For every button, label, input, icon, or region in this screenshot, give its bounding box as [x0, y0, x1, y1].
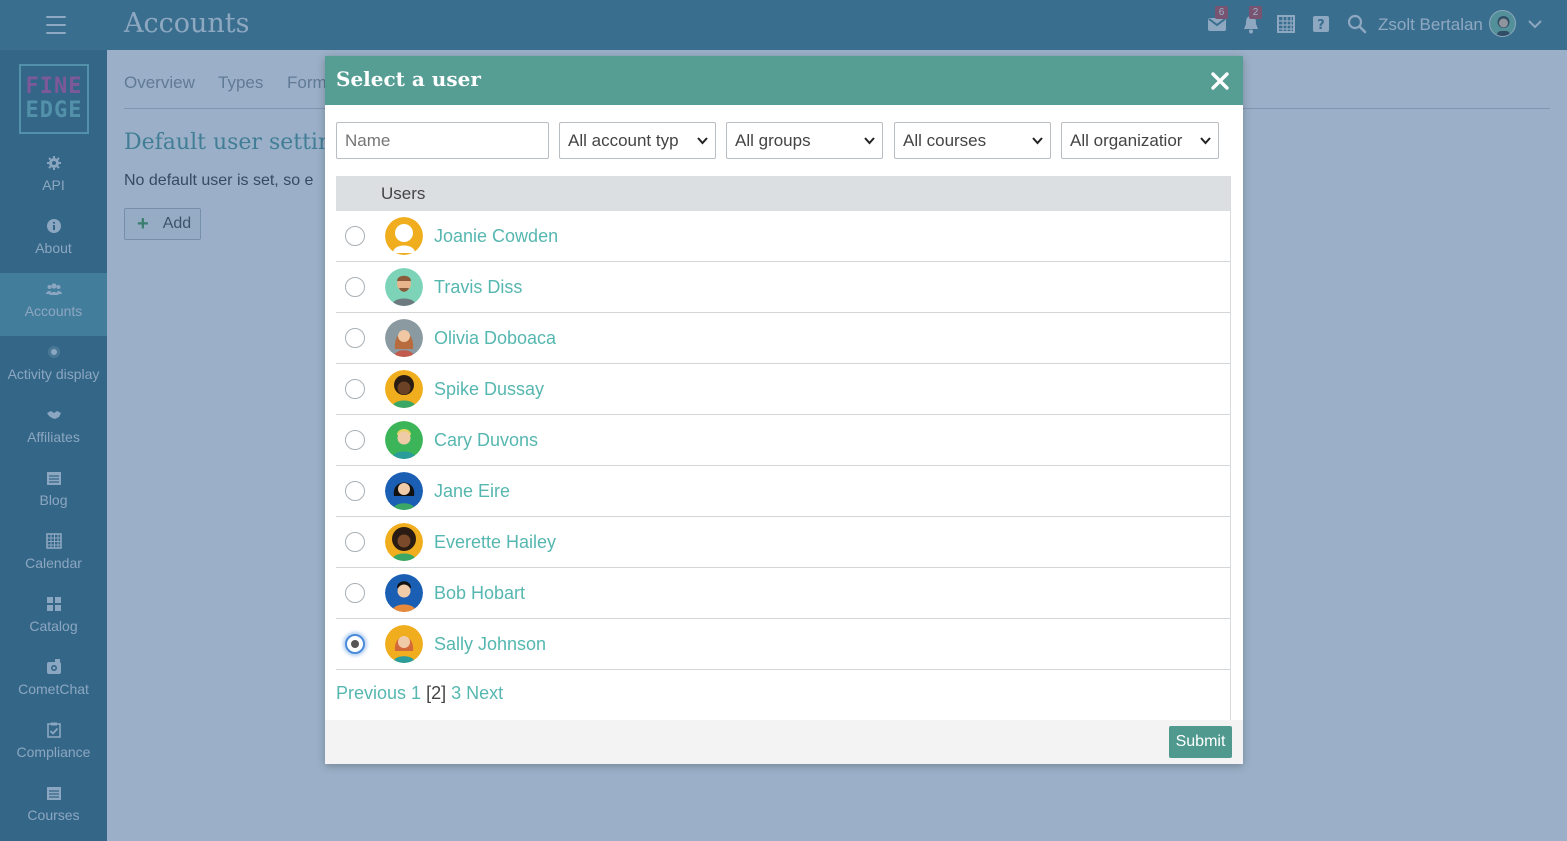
- groups-select-value: All groups: [735, 131, 811, 150]
- user-radio[interactable]: [345, 379, 365, 399]
- user-avatar: [385, 421, 423, 459]
- user-name-link[interactable]: Travis Diss: [434, 277, 522, 298]
- table-row[interactable]: Joanie Cowden: [336, 211, 1230, 262]
- user-avatar: [385, 319, 423, 357]
- dialog-title: Select a user: [336, 67, 481, 91]
- organizations-select[interactable]: All organizatior: [1061, 122, 1219, 159]
- name-search-input[interactable]: [336, 122, 549, 159]
- user-radio[interactable]: [345, 430, 365, 450]
- chevron-down-icon: [697, 137, 708, 145]
- user-name-link[interactable]: Cary Duvons: [434, 430, 538, 451]
- next-page-link[interactable]: Next: [466, 683, 503, 703]
- table-row[interactable]: Sally Johnson: [336, 619, 1230, 670]
- user-name-link[interactable]: Olivia Doboaca: [434, 328, 556, 349]
- account-type-select-value: All account typ: [568, 131, 679, 150]
- current-page: [2]: [426, 683, 447, 703]
- user-name-link[interactable]: Spike Dussay: [434, 379, 544, 400]
- table-row[interactable]: Jane Eire: [336, 466, 1230, 517]
- user-name-link[interactable]: Everette Hailey: [434, 532, 556, 553]
- table-row[interactable]: Cary Duvons: [336, 415, 1230, 466]
- user-avatar: [385, 625, 423, 663]
- submit-button[interactable]: Submit: [1169, 726, 1232, 758]
- chevron-down-icon: [864, 137, 875, 145]
- user-name-link[interactable]: Jane Eire: [434, 481, 510, 502]
- page-3-link[interactable]: 3: [451, 683, 461, 703]
- table-row[interactable]: Spike Dussay: [336, 364, 1230, 415]
- user-name-link[interactable]: Joanie Cowden: [434, 226, 558, 247]
- table-header: Users: [336, 176, 1230, 211]
- table-row[interactable]: Everette Hailey: [336, 517, 1230, 568]
- user-avatar: [385, 217, 423, 255]
- close-icon[interactable]: [1209, 70, 1231, 92]
- user-radio[interactable]: [345, 532, 365, 552]
- user-radio[interactable]: [345, 226, 365, 246]
- page-1-link[interactable]: 1: [411, 683, 421, 703]
- user-radio[interactable]: [345, 328, 365, 348]
- dialog-header: Select a user: [325, 56, 1243, 105]
- chevron-down-icon: [1032, 137, 1043, 145]
- chevron-down-icon: [1200, 137, 1211, 145]
- user-name-link[interactable]: Bob Hobart: [434, 583, 525, 604]
- organizations-select-value: All organizatior: [1070, 131, 1183, 150]
- user-avatar: [385, 574, 423, 612]
- table-row[interactable]: Olivia Doboaca: [336, 313, 1230, 364]
- pagination: Previous 1 [2] 3 Next: [336, 683, 503, 704]
- account-type-select[interactable]: All account typ: [559, 122, 716, 159]
- user-radio[interactable]: [345, 583, 365, 603]
- user-radio-selected[interactable]: [345, 634, 365, 654]
- user-avatar: [385, 370, 423, 408]
- users-column-header: Users: [381, 184, 426, 203]
- user-radio[interactable]: [345, 277, 365, 297]
- previous-page-link[interactable]: Previous: [336, 683, 406, 703]
- user-radio[interactable]: [345, 481, 365, 501]
- user-name-link[interactable]: Sally Johnson: [434, 634, 546, 655]
- users-table: Users Joanie Cowden Travis Diss Olivia D…: [336, 176, 1231, 720]
- courses-select-value: All courses: [903, 131, 987, 150]
- dialog-footer: Submit: [325, 720, 1243, 764]
- groups-select[interactable]: All groups: [726, 122, 883, 159]
- table-row[interactable]: Bob Hobart: [336, 568, 1230, 619]
- courses-select[interactable]: All courses: [894, 122, 1051, 159]
- table-row[interactable]: Travis Diss: [336, 262, 1230, 313]
- user-avatar: [385, 268, 423, 306]
- select-user-dialog: Select a user All account typ All groups…: [325, 56, 1243, 764]
- user-avatar: [385, 523, 423, 561]
- user-avatar: [385, 472, 423, 510]
